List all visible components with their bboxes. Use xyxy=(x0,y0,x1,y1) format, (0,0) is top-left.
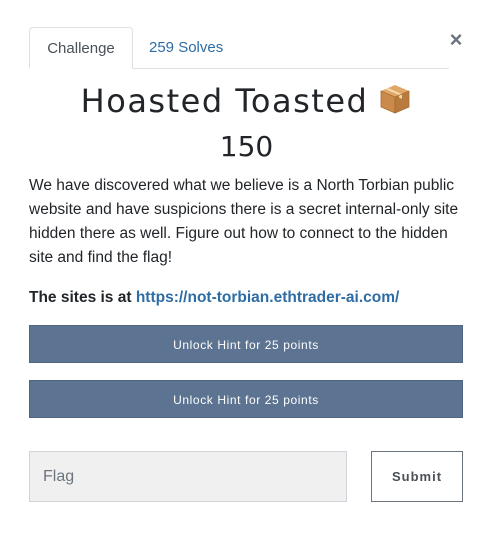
tab-challenge[interactable]: Challenge xyxy=(29,27,133,69)
challenge-modal: Challenge 259 Solves × Hoasted Toasted 1… xyxy=(0,0,493,546)
sites-link[interactable]: https://not-torbian.ethtrader-ai.com/ xyxy=(136,289,400,306)
flag-input[interactable] xyxy=(29,451,347,502)
close-icon[interactable]: × xyxy=(444,28,468,52)
challenge-title-row: Hoasted Toasted xyxy=(0,82,493,120)
challenge-points: 150 xyxy=(219,130,274,163)
sites-line: The sites is at https://not-torbian.etht… xyxy=(29,286,469,310)
tab-bar: Challenge 259 Solves xyxy=(29,27,449,69)
challenge-title: Hoasted Toasted xyxy=(80,82,369,120)
sites-prefix: The sites is at xyxy=(29,289,136,306)
challenge-description: We have discovered what we believe is a … xyxy=(29,177,459,266)
tab-solves[interactable]: 259 Solves xyxy=(133,27,239,68)
unlock-hint-button-1[interactable]: Unlock Hint for 25 points xyxy=(29,325,463,363)
submit-button[interactable]: Submit xyxy=(371,451,463,502)
unlock-hint-button-2[interactable]: Unlock Hint for 25 points xyxy=(29,380,463,418)
package-box-icon xyxy=(378,82,412,116)
